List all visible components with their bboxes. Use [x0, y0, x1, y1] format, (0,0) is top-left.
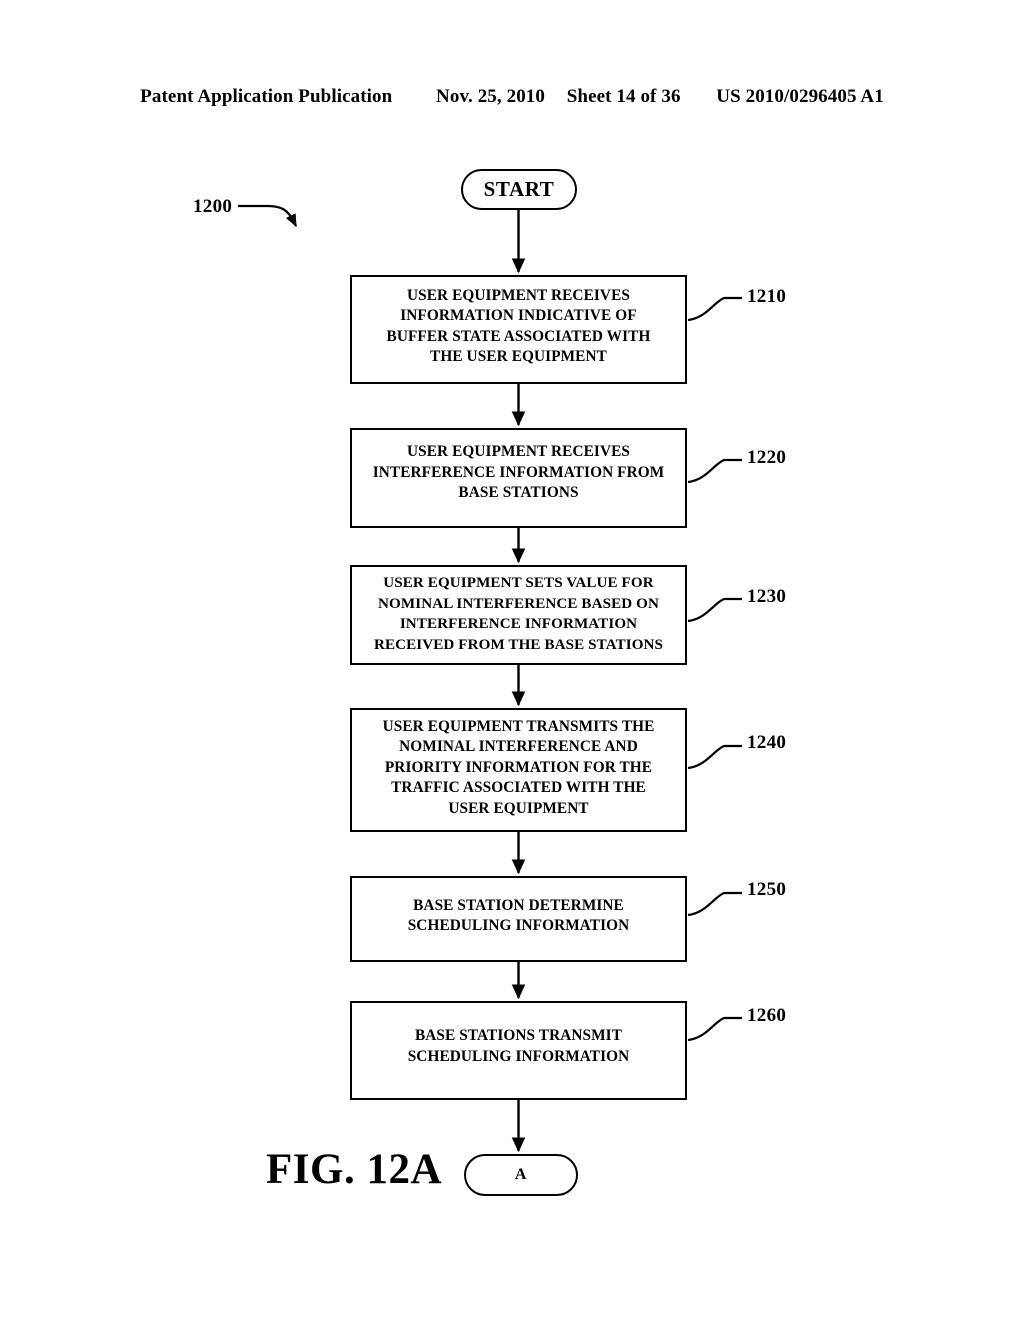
process-box-1220: USER EQUIPMENT RECEIVES INTERFERENCE INF… [350, 428, 687, 528]
leader-1220 [687, 458, 742, 484]
process-box-1250-text: BASE STATION DETERMINE SCHEDULING INFORM… [407, 896, 630, 935]
process-box-1240: USER EQUIPMENT TRANSMITS THE NOMINAL INT… [350, 708, 687, 832]
reference-numeral-1230: 1230 [747, 586, 787, 607]
connector-node-a-label: A [514, 1166, 528, 1183]
start-node-label: START [483, 177, 555, 201]
reference-numeral-1210: 1210 [747, 286, 787, 307]
reference-numeral-1240: 1240 [747, 732, 787, 753]
leader-1240 [687, 744, 742, 770]
connector-node-a: A [464, 1154, 578, 1196]
process-box-1210-text: USER EQUIPMENT RECEIVES INFORMATION INDI… [386, 286, 651, 366]
process-box-1230-text: USER EQUIPMENT SETS VALUE FOR NOMINAL IN… [373, 575, 664, 653]
reference-numeral-1200: 1200 [193, 196, 233, 217]
process-box-1260-text: BASE STATIONS TRANSMIT SCHEDULING INFORM… [407, 1027, 630, 1065]
process-box-1260: BASE STATIONS TRANSMIT SCHEDULING INFORM… [350, 1001, 687, 1100]
leader-1250 [687, 891, 742, 917]
reference-numeral-1260: 1260 [747, 1005, 787, 1026]
process-box-1220-text: USER EQUIPMENT RECEIVES INTERFERENCE INF… [372, 443, 665, 502]
leader-1200 [238, 204, 298, 228]
reference-numeral-1250: 1250 [747, 879, 787, 900]
process-box-1230: USER EQUIPMENT SETS VALUE FOR NOMINAL IN… [350, 565, 687, 665]
leader-1210 [687, 296, 742, 322]
figure-caption: FIG. 12A [266, 1146, 442, 1193]
leader-1260 [687, 1016, 742, 1042]
reference-numeral-1220: 1220 [747, 447, 787, 468]
process-box-1250: BASE STATION DETERMINE SCHEDULING INFORM… [350, 876, 687, 962]
leader-1230 [687, 597, 742, 623]
start-node: START [461, 169, 577, 210]
process-box-1240-text: USER EQUIPMENT TRANSMITS THE NOMINAL INT… [382, 717, 655, 817]
process-box-1210: USER EQUIPMENT RECEIVES INFORMATION INDI… [350, 275, 687, 384]
